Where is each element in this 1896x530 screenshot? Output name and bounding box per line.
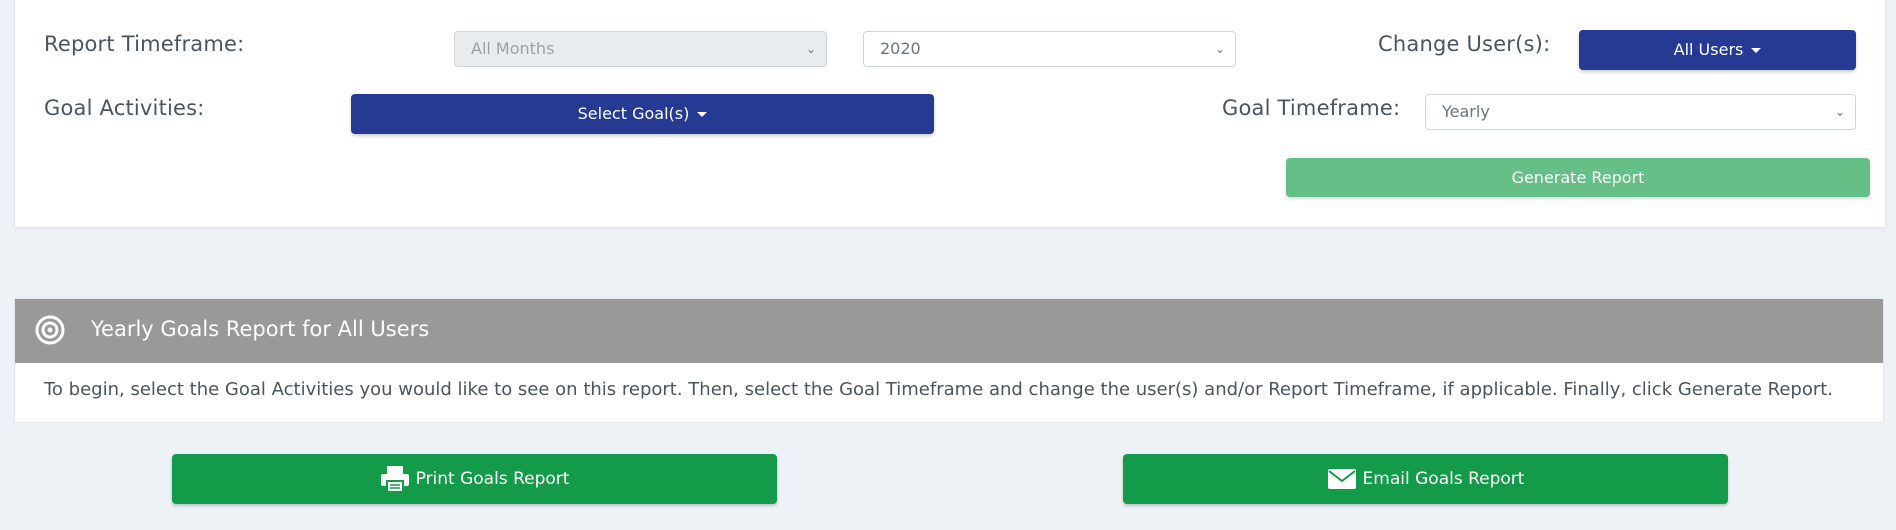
report-instructions: To begin, select the Goal Activities you… [44, 379, 1834, 400]
email-goals-report-label: Email Goals Report [1362, 469, 1525, 489]
goal-timeframe-select[interactable]: Yearly ⌄ [1425, 94, 1856, 130]
month-select-value: All Months [471, 39, 555, 58]
caret-down-icon [697, 112, 708, 117]
chevron-down-icon: ⌄ [1834, 105, 1845, 119]
print-goals-report-button[interactable]: Print Goals Report [172, 454, 777, 504]
goal-timeframe-value: Yearly [1442, 102, 1490, 121]
year-select[interactable]: 2020 ⌄ [863, 31, 1236, 67]
goal-activities-label: Goal Activities: [44, 96, 205, 120]
generate-report-label: Generate Report [1511, 168, 1645, 187]
email-goals-report-button[interactable]: Email Goals Report [1123, 454, 1728, 504]
generate-report-button[interactable]: Generate Report [1286, 158, 1870, 197]
report-title: Yearly Goals Report for All Users [91, 317, 430, 341]
target-icon [35, 315, 65, 345]
printer-icon [380, 466, 409, 493]
change-users-label: Change User(s): [1378, 32, 1551, 56]
print-goals-report-label: Print Goals Report [415, 469, 570, 489]
chevron-down-icon: ⌄ [1214, 42, 1225, 56]
select-goals-label: Select Goal(s) [577, 104, 690, 123]
select-goals-button[interactable]: Select Goal(s) [351, 94, 934, 134]
goal-timeframe-label: Goal Timeframe: [1222, 96, 1401, 120]
report-filters-card: Report Timeframe: All Months ⌄ 2020 ⌄ Ch… [14, 0, 1886, 228]
year-select-value: 2020 [880, 39, 921, 58]
report-header: Yearly Goals Report for All Users [15, 299, 1883, 363]
goals-report-card: Yearly Goals Report for All Users To beg… [14, 298, 1884, 423]
month-select[interactable]: All Months ⌄ [454, 31, 827, 67]
envelope-icon [1327, 469, 1356, 489]
report-timeframe-label: Report Timeframe: [44, 32, 245, 56]
chevron-down-icon: ⌄ [805, 42, 816, 56]
caret-down-icon [1751, 48, 1762, 53]
users-dropdown-button[interactable]: All Users [1579, 30, 1856, 70]
users-button-label: All Users [1673, 40, 1744, 59]
